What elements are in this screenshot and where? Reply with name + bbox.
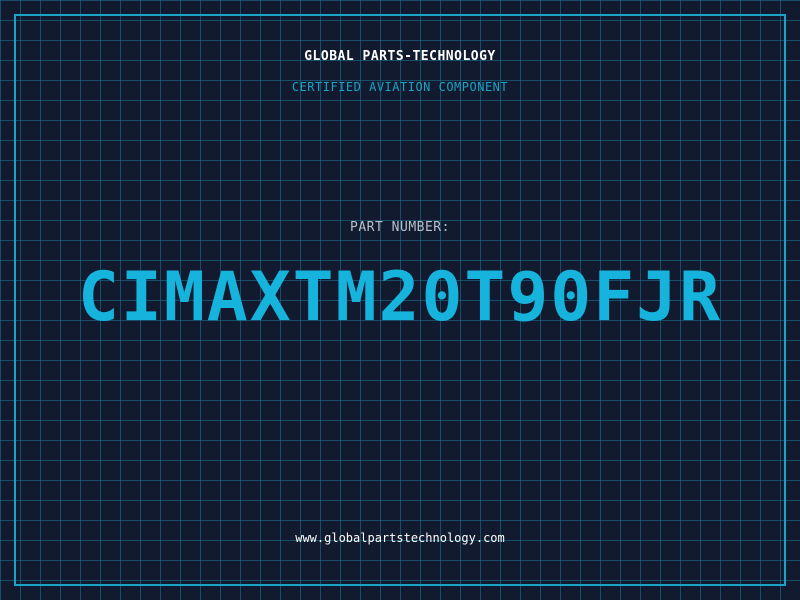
part-number-value: CIMAXTM20T90FJR <box>77 258 723 337</box>
company-name: GLOBAL PARTS-TECHNOLOGY <box>304 49 496 64</box>
part-number-label: PART NUMBER: <box>350 220 450 235</box>
certification-subtitle: CERTIFIED AVIATION COMPONENT <box>291 80 509 94</box>
website-url[interactable]: www.globalpartstechnology.com <box>0 531 800 545</box>
